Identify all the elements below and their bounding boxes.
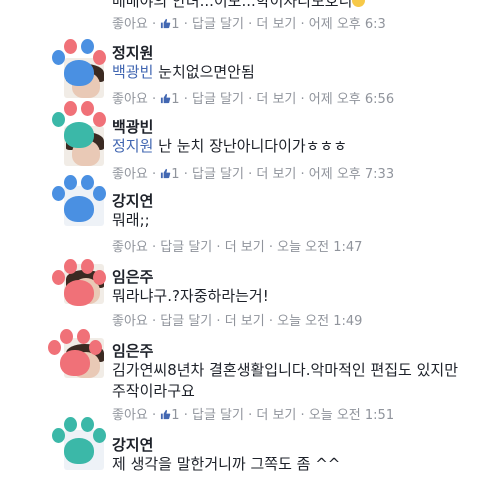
like-count: 1 [171,92,180,107]
commenter-name[interactable]: 임은주 [112,266,153,287]
thumbs-up-icon [161,168,171,179]
timestamp[interactable]: 어제 오후 6:56 [309,92,394,107]
more-link[interactable]: 더 보기 [225,240,265,255]
comment-text: 뭐라냐구.?자중하라는거! [112,287,269,305]
mention-link[interactable]: 백광빈 [112,63,153,81]
more-link[interactable]: 더 보기 [256,92,296,107]
paw-print-icon [50,414,108,472]
paw-print-icon [46,326,104,384]
paw-print-icon [50,98,108,156]
paw-print-icon [50,256,108,314]
thumbs-up-icon [161,409,171,420]
timestamp[interactable]: 오늘 오전 1:49 [277,314,362,329]
commenter-name[interactable]: 강지연 [112,434,153,455]
more-link[interactable]: 더 보기 [225,314,265,329]
timestamp[interactable]: 어제 오후 7:33 [309,167,394,182]
timestamp[interactable]: 오늘 오전 1:51 [309,408,394,423]
partial-text: 배배야의 안녀...이보...학이자리보호니 [112,0,353,10]
comment-line: 김가연씨8년차 결혼생활입니다.악마적인 편집도 있지만 [112,361,459,379]
more-link[interactable]: 더 보기 [256,408,296,423]
commenter-name[interactable]: 정지원 [112,42,153,63]
timestamp[interactable]: 오늘 오전 1:47 [277,240,362,255]
reply-link[interactable]: 답글 달기 [160,314,212,329]
like-link[interactable]: 좋아요 [112,17,148,32]
comment-text: 정지원 난 눈치 장난아니다이가ㅎㅎㅎ [112,136,467,157]
comment-meta: 좋아요 · 1 · 답글 달기 · 더 보기 · 어제 오후 6:56 [112,92,395,107]
mention-link[interactable]: 정지원 [112,137,153,155]
more-link[interactable]: 더 보기 [256,167,296,182]
timestamp[interactable]: 어제 오후 6:3 [309,17,386,32]
comment-meta: 좋아요 · 1 · 답글 달기 · 더 보기 · 오늘 오전 1:51 [112,408,395,423]
like-link[interactable]: 좋아요 [112,240,148,255]
comment-body: 난 눈치 장난아니다이가ㅎㅎㅎ [153,137,348,155]
thumbs-up-icon [161,18,171,29]
reply-link[interactable]: 답글 달기 [192,17,244,32]
comment-meta: 좋아요 · 답글 달기 · 더 보기 · 오늘 오전 1:49 [112,314,363,329]
comment-meta: 좋아요 · 1 · 답글 달기 · 더 보기 · 어제 오후 7:33 [112,167,395,182]
reply-link[interactable]: 답글 달기 [192,167,244,182]
like-link[interactable]: 좋아요 [112,92,148,107]
comment-text: 김가연씨8년차 결혼생활입니다.악마적인 편집도 있지만 주작이라구요 [112,360,467,402]
commenter-name[interactable]: 백광빈 [112,116,153,137]
comment-text: 제 생각을 말한거니까 그쪽도 좀 ^^ [112,455,341,473]
thumbs-up-icon [161,93,171,104]
more-link[interactable]: 더 보기 [256,17,296,32]
comment-meta: 좋아요 · 답글 달기 · 더 보기 · 오늘 오전 1:47 [112,240,363,255]
like-link[interactable]: 좋아요 [112,408,148,423]
comment-text: 뭐래;; [112,211,150,229]
like-link[interactable]: 좋아요 [112,314,148,329]
like-link[interactable]: 좋아요 [112,167,148,182]
commenter-name[interactable]: 임은주 [112,340,153,361]
reply-link[interactable]: 답글 달기 [192,408,244,423]
like-count: 1 [171,17,180,32]
reply-link[interactable]: 답글 달기 [160,240,212,255]
comment-body: 눈치없으면안됨 [153,63,255,81]
like-count: 1 [171,408,180,423]
like-count: 1 [171,167,180,182]
comment-text: 백광빈 눈치없으면안됨 [112,62,467,83]
smile-emoji-icon [352,0,366,7]
commenter-name[interactable]: 강지연 [112,190,153,211]
partial-comment-text: 배배야의 안녀...이보...학이자리보호니 [112,0,366,11]
partial-comment-meta: 좋아요 · 1 · 답글 달기 · 더 보기 · 어제 오후 6:3 [112,17,386,32]
comment-line: 주작이라구요 [112,382,195,400]
paw-print-icon [50,36,108,94]
reply-link[interactable]: 답글 달기 [192,92,244,107]
paw-print-icon [50,172,108,230]
